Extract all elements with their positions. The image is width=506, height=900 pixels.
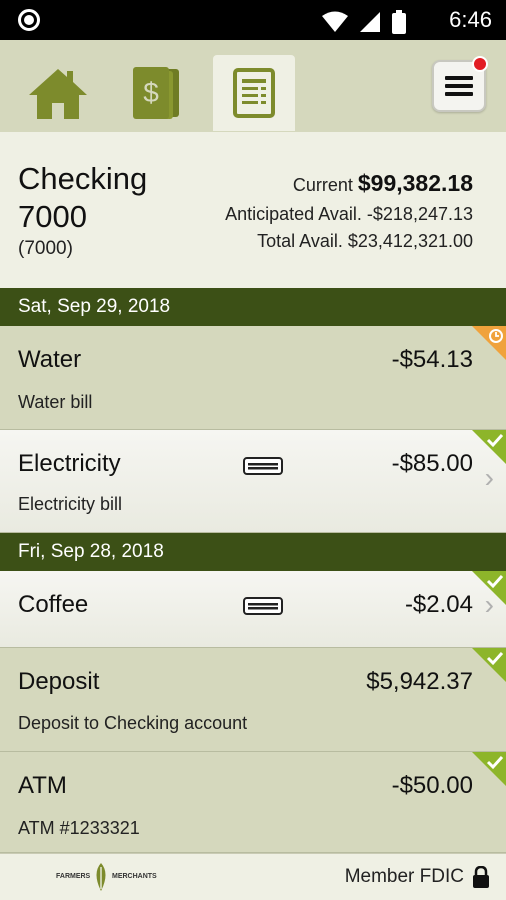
register-icon <box>233 68 275 118</box>
wifi-icon <box>322 11 348 32</box>
hamburger-icon <box>445 76 473 96</box>
money-icon: $ <box>133 67 179 119</box>
anticipated-value: -$218,247.13 <box>366 204 473 224</box>
pending-clock-icon <box>472 326 506 360</box>
menu-button[interactable] <box>432 56 488 112</box>
member-fdic-text: Member FDIC <box>344 866 464 887</box>
transaction-description: Water bill <box>18 392 93 412</box>
account-name: Checking 7000 <box>18 161 148 234</box>
transaction-row[interactable]: Coffee -$2.04 › <box>0 571 506 648</box>
notification-icon <box>18 9 40 31</box>
anticipated-label: Anticipated Avail. <box>225 204 362 224</box>
total-balance: Total Avail. $23,412,321.00 <box>257 231 473 252</box>
lock-icon <box>473 866 489 888</box>
cleared-check-icon <box>472 648 506 682</box>
total-value: $23,412,321.00 <box>347 231 473 251</box>
anticipated-balance: Anticipated Avail. -$218,247.13 <box>225 204 473 225</box>
leaf-icon <box>96 863 106 891</box>
transaction-row[interactable]: ATM ATM #1233321 -$50.00 <box>0 752 506 853</box>
transaction-name: Water <box>18 346 82 373</box>
transaction-amount: $5,942.37 <box>366 668 473 695</box>
transaction-amount: -$85.00 <box>391 450 473 477</box>
transaction-amount: -$2.04 <box>404 591 473 618</box>
tab-home[interactable] <box>17 55 99 131</box>
transaction-amount: -$50.00 <box>391 772 473 799</box>
cell-signal-icon <box>360 12 380 32</box>
card-icon <box>243 597 283 615</box>
account-number: (7000) <box>18 238 73 259</box>
date-header: Fri, Sep 28, 2018 <box>0 533 506 571</box>
chevron-right-icon: › <box>484 462 494 493</box>
current-value: $99,382.18 <box>357 170 473 196</box>
bank-logo: FARMERS MERCHANTS <box>56 863 160 893</box>
account-summary: Checking 7000 (7000) Current $99,382.18 … <box>0 132 506 288</box>
top-nav: $ <box>0 40 506 132</box>
transaction-amount: -$54.13 <box>391 346 473 373</box>
tab-accounts[interactable]: $ <box>115 55 197 131</box>
status-icons <box>322 10 406 34</box>
current-balance: Current $99,382.18 <box>293 170 473 197</box>
cleared-check-icon <box>472 752 506 786</box>
tab-transactions[interactable] <box>213 55 295 131</box>
home-icon <box>29 69 87 119</box>
transaction-description: Deposit to Checking account <box>18 713 248 733</box>
transaction-name: Deposit <box>18 668 100 695</box>
total-label: Total Avail. <box>257 231 343 251</box>
footer: FARMERS MERCHANTS Member FDIC <box>0 853 506 900</box>
transaction-row[interactable]: Deposit Deposit to Checking account $5,9… <box>0 648 506 752</box>
transaction-name: Coffee <box>18 591 89 618</box>
logo-text-left: FARMERS <box>56 873 91 880</box>
date-header: Sat, Sep 29, 2018 <box>0 288 506 326</box>
svg-text:$: $ <box>143 77 159 108</box>
transaction-name: ATM <box>18 772 67 799</box>
notification-badge <box>472 56 488 72</box>
battery-icon <box>392 10 406 34</box>
current-label: Current <box>292 175 353 195</box>
transaction-row[interactable]: Electricity Electricity bill -$85.00 › <box>0 430 506 533</box>
card-icon <box>243 457 283 475</box>
status-time: 6:46 <box>449 7 492 32</box>
cleared-check-icon <box>472 571 506 605</box>
cleared-check-icon <box>472 430 506 464</box>
transaction-name: Electricity <box>18 450 121 477</box>
transaction-description: Electricity bill <box>18 494 123 514</box>
logo-text-right: MERCHANTS <box>112 873 157 880</box>
status-bar: 6:46 <box>0 0 506 40</box>
transaction-description: ATM #1233321 <box>18 818 140 838</box>
transaction-row[interactable]: Water Water bill -$54.13 <box>0 326 506 430</box>
